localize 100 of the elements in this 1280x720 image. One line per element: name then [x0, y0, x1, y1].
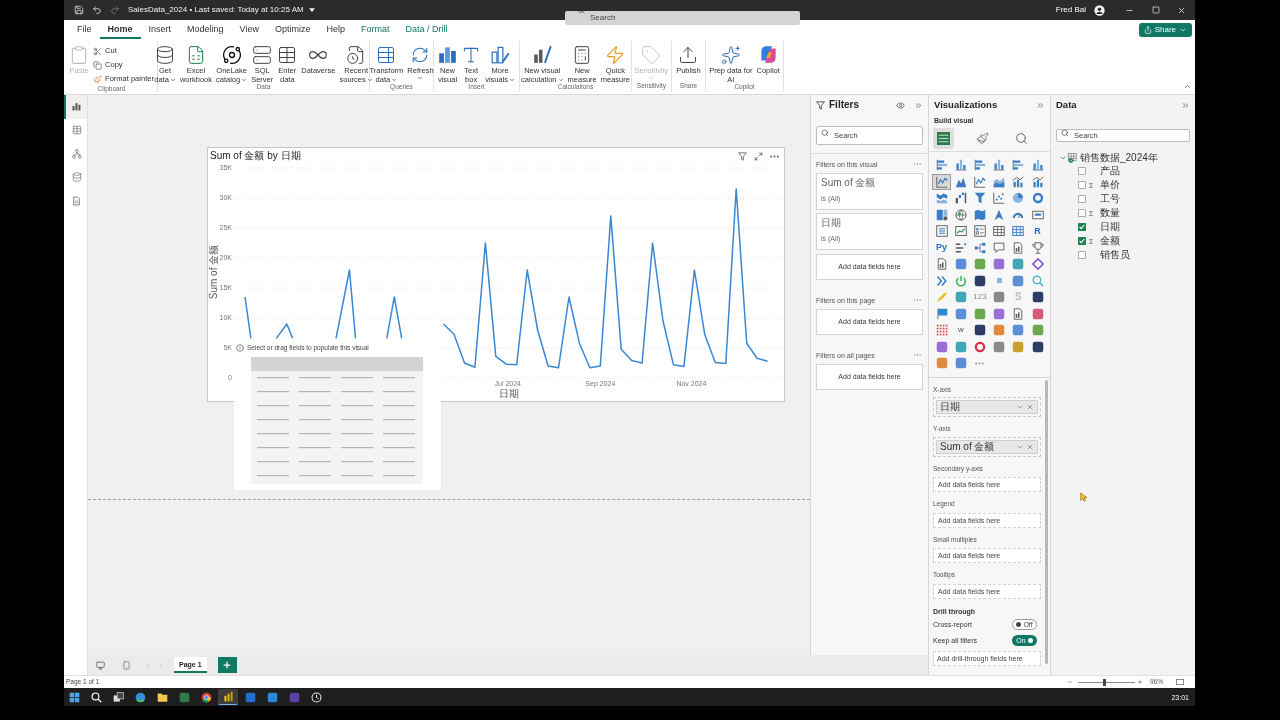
- desktop-icon[interactable]: [96, 660, 105, 670]
- orbit-icon: [221, 44, 242, 65]
- info-icon: [236, 344, 244, 352]
- caret-down-icon[interactable]: [308, 8, 315, 12]
- ribbon-tab[interactable]: Insert: [140, 20, 180, 39]
- field-name[interactable]: 销售员: [1100, 250, 1130, 260]
- field-name[interactable]: 工号: [1100, 194, 1120, 204]
- visual-type-button[interactable]: 123: [970, 289, 990, 306]
- swirl-logo-icon: [758, 45, 778, 64]
- user-avatar-icon[interactable]: [1094, 4, 1105, 16]
- chevron-up-icon[interactable]: [1183, 82, 1192, 91]
- refresh-icon: [411, 45, 430, 64]
- ribbon-tab[interactable]: Modeling: [179, 20, 232, 39]
- bar-chart-icon: [1012, 159, 1025, 172]
- visual-type-button[interactable]: Py: [932, 239, 952, 256]
- striped-panel-icon: [937, 132, 950, 145]
- waterfall-chart-icon: [954, 192, 967, 205]
- checkbox[interactable]: [1078, 167, 1086, 175]
- globe-icon: [954, 208, 967, 221]
- app-tile-icon: [973, 274, 986, 287]
- table-icon: [376, 44, 397, 65]
- app-tile-icon: [993, 307, 1006, 320]
- search-icon: [1061, 129, 1069, 137]
- fit-page-icon[interactable]: [1176, 679, 1184, 685]
- share-icon: [1143, 25, 1152, 34]
- filter-icon[interactable]: [738, 151, 747, 161]
- field-name[interactable]: 数量: [1100, 208, 1120, 218]
- square-app-icon: [244, 691, 256, 703]
- app-tile-icon: [973, 324, 986, 337]
- remove-icon[interactable]: [1026, 442, 1034, 451]
- field-name[interactable]: 日期: [1100, 222, 1120, 232]
- undo-icon[interactable]: [92, 5, 102, 15]
- x-axis-title: 日期: [498, 387, 519, 399]
- add-page-button[interactable]: [217, 657, 237, 673]
- scrollbar[interactable]: [1045, 379, 1048, 664]
- close-icon[interactable]: [1177, 5, 1186, 15]
- ribbon-tab[interactable]: File: [69, 20, 100, 39]
- expand-icon[interactable]: [754, 151, 763, 161]
- view-button[interactable]: [64, 95, 87, 119]
- eye-icon[interactable]: [896, 100, 905, 110]
- more-icon[interactable]: [770, 154, 779, 158]
- app-tile-icon: [935, 357, 948, 370]
- field-chip[interactable]: 日期: [936, 400, 1038, 414]
- ribbon-tab[interactable]: Format: [352, 20, 398, 39]
- copy-icon: [93, 60, 103, 70]
- checkbox[interactable]: [1078, 209, 1086, 217]
- ribbon-tab[interactable]: View: [231, 20, 267, 39]
- remove-icon[interactable]: [1026, 403, 1034, 411]
- ribbon-tab[interactable]: Data / Drill: [397, 20, 456, 39]
- document-icon: [1012, 307, 1025, 320]
- zoom-in-icon[interactable]: [1137, 679, 1143, 685]
- chevron-down-icon[interactable]: [1016, 403, 1024, 411]
- network-icon: [71, 148, 82, 159]
- field-name[interactable]: 单价: [1100, 180, 1120, 190]
- build-tab[interactable]: [933, 128, 954, 149]
- restore-icon[interactable]: [1152, 6, 1160, 14]
- scissors-icon: [93, 46, 103, 56]
- app-tile-icon: [954, 340, 967, 353]
- pane-title: Visualizations: [934, 100, 998, 110]
- sparkles-icon: [720, 44, 741, 65]
- user-name: Fred Bai: [1055, 6, 1086, 14]
- chart-title: Sum of 金额 by 日期: [210, 151, 301, 161]
- square-app-icon: [266, 691, 278, 703]
- field-name[interactable]: 产品: [1100, 166, 1120, 176]
- chevron-down-icon[interactable]: [1059, 154, 1067, 162]
- checkbox[interactable]: [1078, 251, 1086, 259]
- tree-nodes-icon: [973, 241, 986, 254]
- slider-thumb[interactable]: [1102, 678, 1106, 686]
- double-chevron-icon[interactable]: [1181, 100, 1190, 110]
- search-icon: [1031, 274, 1044, 287]
- bar-chart-icon: [973, 159, 986, 172]
- phone-icon[interactable]: [122, 660, 131, 670]
- search-field[interactable]: Search: [565, 10, 800, 25]
- ribbon-tab[interactable]: Optimize: [266, 20, 319, 39]
- table-name[interactable]: 销售数据_2024年: [1080, 153, 1158, 163]
- filter-field: 日期: [821, 218, 918, 228]
- app-tile-icon: [954, 307, 967, 320]
- ribbon-tab[interactable]: Help: [318, 20, 353, 39]
- overlapping-windows-icon: [112, 691, 124, 703]
- lightning-icon: [605, 44, 626, 65]
- field-name[interactable]: 金额: [1100, 236, 1120, 246]
- ribbon-chart-icon: [935, 192, 948, 205]
- save-icon[interactable]: [74, 5, 84, 15]
- double-chevron-icon[interactable]: [1036, 100, 1045, 110]
- pointer-icon: [1080, 492, 1087, 502]
- checkbox[interactable]: [1078, 195, 1086, 203]
- share-button[interactable]: Share: [1138, 22, 1192, 37]
- visual-type-button[interactable]: w: [951, 322, 971, 339]
- square-app-icon: [288, 691, 300, 703]
- double-chevron-icon[interactable]: [914, 100, 923, 110]
- field-chip[interactable]: Sum of 金额: [936, 439, 1038, 454]
- server-icon: [252, 44, 273, 65]
- y-axis-title: Sum of 金额: [207, 244, 219, 300]
- bar-chart-icon: [438, 45, 458, 64]
- visual-type-button[interactable]: R: [1027, 223, 1048, 240]
- document-icon: [72, 195, 81, 206]
- app-tile-icon: [1031, 291, 1044, 304]
- matrix-icon: [1012, 225, 1025, 238]
- redo-icon[interactable]: [110, 5, 120, 15]
- checkbox[interactable]: [1078, 181, 1086, 189]
